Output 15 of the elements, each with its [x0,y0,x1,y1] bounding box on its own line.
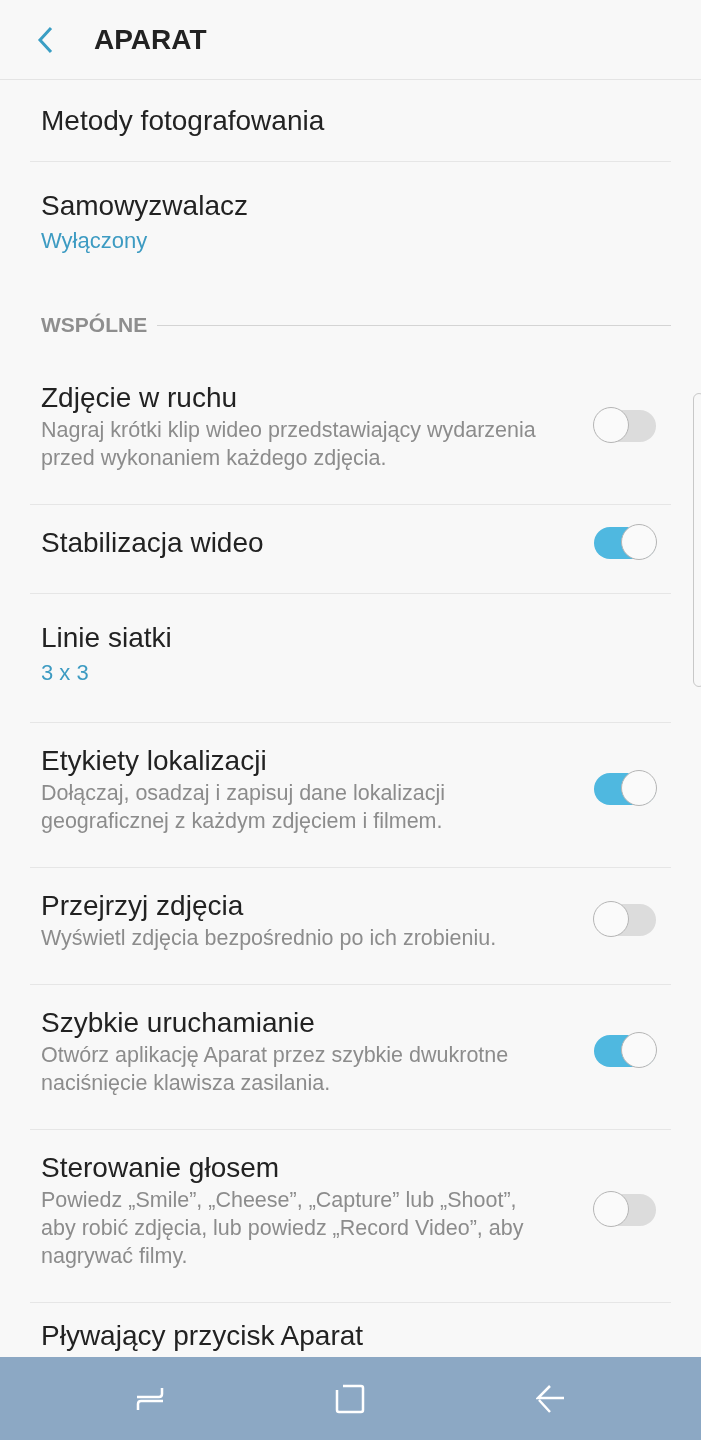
settings-item[interactable]: Sterowanie głosem Powiedz „Smile”, „Cheese”, „Capture” lub „Shoot”, aby robić zdjęcia, lub powiedz „Record Video”, aby nagrywać filmy. [30,1130,671,1303]
settings-item[interactable]: Stabilizacja wideo [30,505,671,594]
settings-item[interactable]: Pływający przycisk Aparat [30,1303,671,1357]
section-header: WSPÓLNE [41,313,148,337]
page-title: APARAT [94,23,207,56]
settings-item[interactable]: Etykiety lokalizacji Dołączaj, osadzaj i zapisuj dane lokalizacji geograficznej z każdym zdjęciem i filmem. [30,723,671,868]
settings-item[interactable]: Samowyzwalacz Wyłączony [30,162,671,290]
recent-apps-icon [135,1385,166,1412]
settings-item[interactable]: Szybkie uruchamianie Otwórz aplikację Aparat przez szybkie dwukrotne naciśnięcie klawisza zasilania. [30,985,671,1130]
back-arrow-icon [535,1383,566,1414]
settings-item[interactable]: Przejrzyj zdjęcia Wyświetl zdjęcia bezpośrednio po ich zrobieniu. [30,868,671,985]
settings-item[interactable]: Linie siatki 3 x 3 [30,594,671,723]
settings-item[interactable]: Zdjęcie w ruchu Nagraj krótki klip wideo przedstawiający wydarzenia przed wykonaniem każdego zdjęcia. [30,360,671,505]
settings-item[interactable]: Metody fotografowania [30,80,671,162]
home-icon [335,1383,366,1414]
